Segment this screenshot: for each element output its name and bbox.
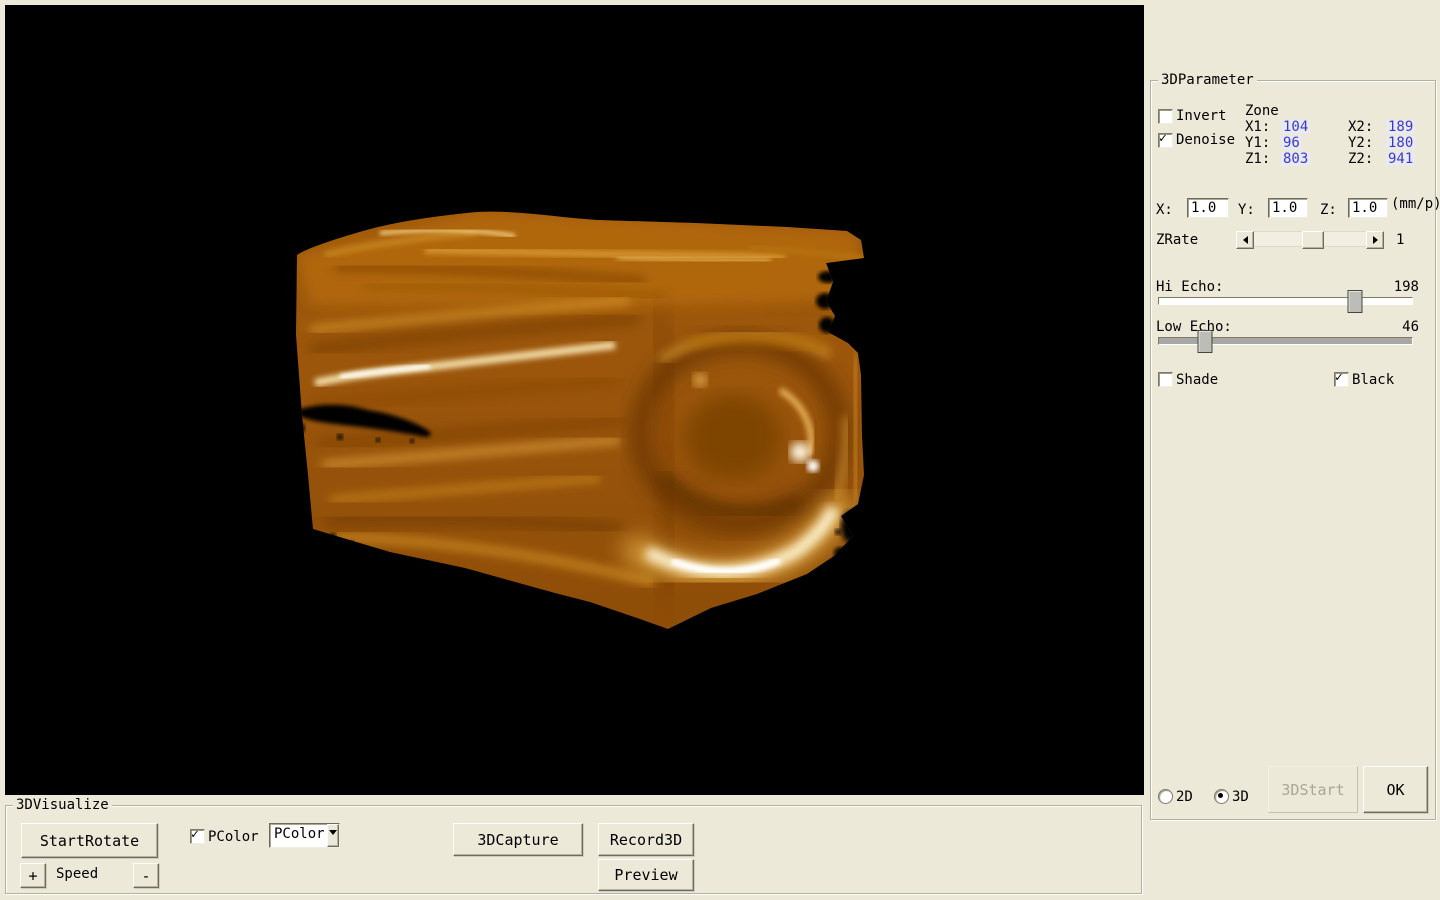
speed-plus-button[interactable]: + bbox=[20, 863, 46, 888]
pcolor-dropdown-value: PColor bbox=[270, 824, 327, 847]
pcolor-dropdown[interactable]: PColor bbox=[269, 823, 340, 848]
zone-y1-label: Y1: bbox=[1245, 136, 1270, 150]
zone-x2-label: X2: bbox=[1348, 120, 1373, 134]
hi-echo-label: Hi Echo: bbox=[1156, 280, 1223, 294]
mode-3d-label: 3D bbox=[1232, 790, 1249, 804]
param-groupbox-title: 3DParameter bbox=[1158, 73, 1257, 87]
3dcapture-button[interactable]: 3DCapture bbox=[453, 823, 583, 856]
ok-button[interactable]: OK bbox=[1363, 766, 1428, 813]
zone-z1-label: Z1: bbox=[1245, 152, 1270, 166]
zone-x1-label: X1: bbox=[1245, 120, 1270, 134]
radio-dot-icon bbox=[1218, 793, 1223, 798]
zone-z2-label: Z2: bbox=[1348, 152, 1373, 166]
zone-y1-value: 96 bbox=[1281, 136, 1302, 150]
y-scale-input[interactable] bbox=[1268, 198, 1308, 218]
check-icon: ✓ bbox=[191, 828, 204, 841]
shade-checkbox[interactable]: ✓ bbox=[1158, 372, 1173, 387]
volume-render bbox=[5, 5, 1144, 795]
zone-y2-value: 180 bbox=[1386, 136, 1415, 150]
speed-label: Speed bbox=[56, 867, 98, 881]
scale-unit-label: (mm/p) bbox=[1391, 197, 1440, 211]
invert-checkbox[interactable]: ✓ bbox=[1158, 109, 1173, 124]
z-scale-input[interactable] bbox=[1348, 198, 1388, 218]
hi-echo-slider[interactable] bbox=[1158, 297, 1413, 305]
hi-echo-thumb[interactable] bbox=[1348, 290, 1363, 313]
3dstart-button[interactable]: 3DStart bbox=[1268, 766, 1358, 813]
zrate-scroll-left-button[interactable] bbox=[1236, 231, 1254, 249]
hi-echo-value: 198 bbox=[1394, 280, 1419, 294]
visualize-groupbox: 3DVisualize StartRotate ✓ PColor PColor … bbox=[5, 805, 1142, 894]
black-checkbox[interactable]: ✓ bbox=[1334, 372, 1349, 387]
chevron-down-icon bbox=[329, 830, 337, 839]
zone-x1-value: 104 bbox=[1281, 120, 1310, 134]
preview-button[interactable]: Preview bbox=[598, 859, 694, 891]
zone-z2-value: 941 bbox=[1386, 152, 1415, 166]
param-groupbox: 3DParameter ✓ Invert ✓ Denoise Zone X1: … bbox=[1150, 80, 1436, 820]
render-viewport[interactable] bbox=[5, 5, 1144, 795]
zrate-scroll-thumb[interactable] bbox=[1302, 231, 1324, 249]
zrate-scrollbar[interactable] bbox=[1236, 231, 1384, 247]
invert-label: Invert bbox=[1176, 109, 1227, 123]
start-rotate-button[interactable]: StartRotate bbox=[21, 823, 158, 858]
low-echo-value: 46 bbox=[1402, 320, 1419, 334]
low-echo-slider[interactable] bbox=[1158, 337, 1413, 345]
zrate-value: 1 bbox=[1396, 233, 1404, 247]
arrow-right-icon bbox=[1373, 236, 1382, 244]
pcolor-dropdown-button[interactable] bbox=[327, 824, 339, 847]
zrate-scroll-right-button[interactable] bbox=[1366, 231, 1384, 249]
y-scale-label: Y: bbox=[1238, 203, 1255, 217]
pcolor-checkbox[interactable]: ✓ bbox=[190, 829, 205, 844]
record3d-button[interactable]: Record3D bbox=[598, 823, 694, 856]
low-echo-label: Low Echo: bbox=[1156, 320, 1232, 334]
mode-2d-label: 2D bbox=[1176, 790, 1193, 804]
x-scale-label: X: bbox=[1156, 203, 1173, 217]
pcolor-label: PColor bbox=[208, 830, 259, 844]
visualize-groupbox-title: 3DVisualize bbox=[13, 798, 112, 812]
z-scale-label: Z: bbox=[1320, 203, 1337, 217]
black-label: Black bbox=[1352, 373, 1394, 387]
zone-title: Zone bbox=[1245, 104, 1279, 118]
x-scale-input[interactable] bbox=[1187, 198, 1229, 218]
shade-label: Shade bbox=[1176, 373, 1218, 387]
mode-3d-radio[interactable] bbox=[1214, 789, 1229, 804]
arrow-left-icon bbox=[1239, 236, 1248, 244]
zone-x2-value: 189 bbox=[1386, 120, 1415, 134]
denoise-label: Denoise bbox=[1176, 133, 1235, 147]
zrate-label: ZRate bbox=[1156, 233, 1198, 247]
check-icon: ✓ bbox=[1159, 132, 1172, 145]
low-echo-thumb[interactable] bbox=[1197, 330, 1212, 353]
check-icon: ✓ bbox=[1335, 371, 1348, 384]
speed-minus-button[interactable]: - bbox=[133, 863, 159, 888]
denoise-checkbox[interactable]: ✓ bbox=[1158, 133, 1173, 148]
mode-2d-radio[interactable] bbox=[1158, 789, 1173, 804]
application-window: { "colors": { "window_bg": "#ece9d8", "v… bbox=[0, 0, 1440, 900]
zone-y2-label: Y2: bbox=[1348, 136, 1373, 150]
zone-z1-value: 803 bbox=[1281, 152, 1310, 166]
